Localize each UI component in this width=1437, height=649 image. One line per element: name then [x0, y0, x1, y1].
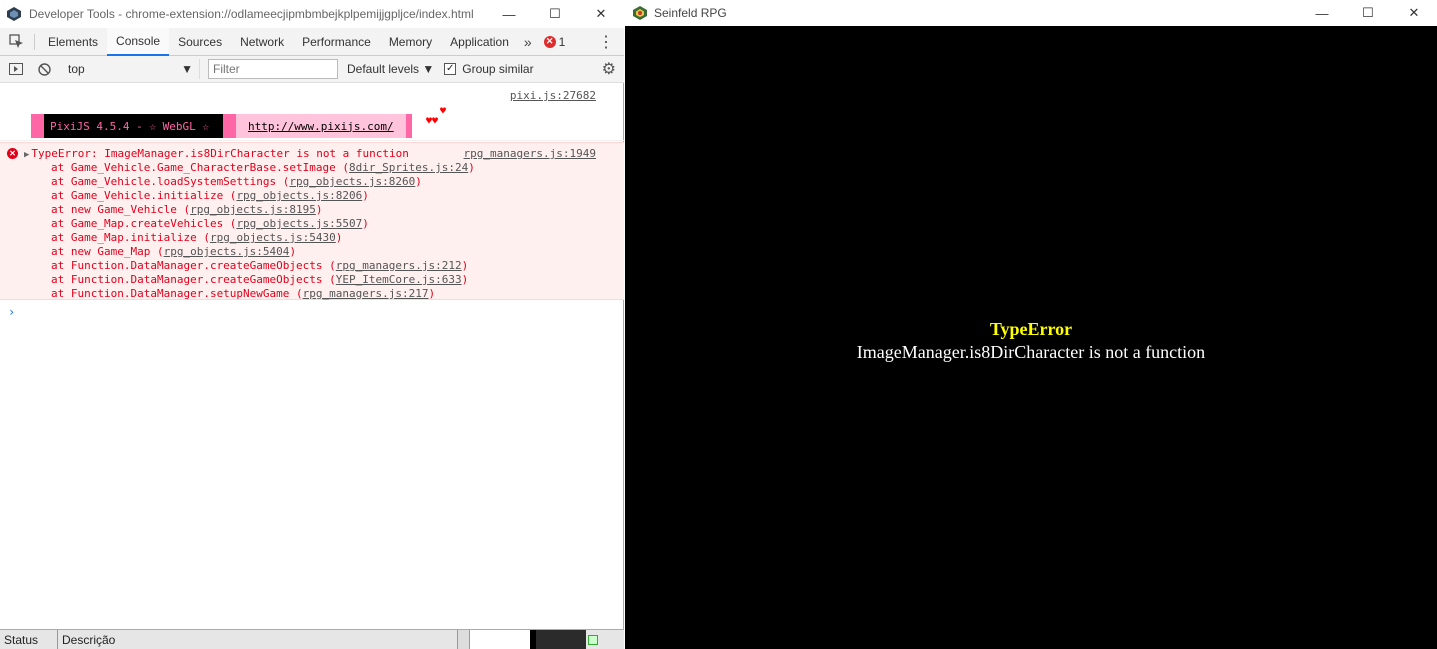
chevron-down-icon: ▼	[181, 62, 193, 76]
game-error-name: TypeError	[989, 319, 1073, 339]
stack-frame: at Function.DataManager.createGameObject…	[51, 273, 469, 286]
tab-application[interactable]: Application	[441, 28, 518, 56]
filter-input[interactable]	[208, 59, 338, 79]
heart-icon: ♥♥	[426, 116, 439, 127]
stack-frame-link[interactable]: YEP_ItemCore.js:633	[336, 273, 462, 286]
stack-frame-link[interactable]: rpg_objects.js:8206	[236, 189, 362, 202]
context-value: top	[68, 62, 85, 76]
tab-sources[interactable]: Sources	[169, 28, 231, 56]
stack-frame-link[interactable]: rpg_objects.js:8195	[190, 203, 316, 216]
group-similar-label: Group similar	[462, 62, 534, 76]
error-source-link[interactable]: rpg_managers.js:1949	[464, 147, 596, 160]
stack-frame-link[interactable]: 8dir_Sprites.js:24	[349, 161, 468, 174]
stack-frame: at new Game_Vehicle (rpg_objects.js:8195…	[51, 203, 323, 216]
clear-console-icon	[37, 62, 51, 76]
devtools-window: Developer Tools - chrome-extension://odl…	[0, 0, 624, 649]
banner-pink-block	[405, 114, 412, 138]
devtools-tabbar: Elements Console Sources Network Perform…	[0, 27, 624, 56]
devtools-window-title: Developer Tools - chrome-extension://odl…	[29, 7, 474, 21]
game-error-display: TypeError ImageManager.is8DirCharacter i…	[625, 318, 1437, 364]
game-window: Seinfeld RPG — ☐ ✕ TypeError ImageManage…	[625, 0, 1437, 649]
background-statusbar: Status Descrição	[0, 629, 624, 649]
console-toolbar: top ▼ Default levels ▼ ✓ Group similar ⚙	[0, 56, 624, 83]
tab-performance[interactable]: Performance	[293, 28, 380, 56]
error-header[interactable]: ▶ TypeError: ImageManager.is8DirCharacter…	[24, 147, 409, 160]
error-icon: ✕	[7, 148, 18, 159]
stack-frame: at Game_Vehicle.Game_CharacterBase.setIm…	[51, 161, 475, 174]
game-titlebar: Seinfeld RPG — ☐ ✕	[625, 0, 1437, 26]
error-text: TypeError: ImageManager.is8DirCharacter …	[31, 147, 409, 160]
banner-pink-block	[31, 114, 44, 138]
console-error-message: ✕ ▶ TypeError: ImageManager.is8DirCharact…	[0, 142, 624, 300]
inspect-element-button[interactable]	[0, 28, 32, 56]
pixi-banner: PixiJS 4.5.4 - ☆ WebGL ☆ http://www.pixi…	[31, 114, 412, 138]
inspect-cursor-icon	[8, 34, 23, 48]
maximize-button[interactable]: ☐	[532, 0, 578, 28]
error-icon: ✕	[543, 35, 556, 48]
more-options-icon[interactable]: ⋮	[598, 32, 614, 52]
console-log-message: pixi.js:27682 PixiJS 4.5.4 - ☆ WebGL ☆ h…	[0, 83, 624, 141]
close-button[interactable]: ✕	[1391, 0, 1437, 26]
error-counter[interactable]: ✕ 1	[543, 34, 566, 49]
game-error-message: ImageManager.is8DirCharacter is not a fu…	[856, 342, 1206, 362]
tab-console[interactable]: Console	[107, 27, 170, 56]
stack-frame-link[interactable]: rpg_objects.js:5430	[210, 231, 336, 244]
tab-elements[interactable]: Elements	[39, 28, 107, 56]
log-source-link[interactable]: pixi.js:27682	[510, 89, 596, 102]
log-levels-dropdown[interactable]: Default levels ▼	[347, 62, 434, 76]
pixi-version-text: PixiJS 4.5.4 - ☆ WebGL ☆	[44, 114, 223, 138]
maximize-button[interactable]: ☐	[1345, 0, 1391, 26]
status-indicator-icon	[588, 634, 598, 645]
status-column-header[interactable]: Status	[0, 629, 58, 649]
sidebar-toggle-icon	[9, 63, 23, 75]
stack-frame-link[interactable]: rpg_managers.js:217	[303, 287, 429, 300]
expand-triangle-icon[interactable]: ▶	[24, 150, 29, 160]
console-output: pixi.js:27682 PixiJS 4.5.4 - ☆ WebGL ☆ h…	[0, 83, 624, 629]
stack-frame: at Function.DataManager.createGameObject…	[51, 259, 469, 272]
sidebar-toggle-button[interactable]	[4, 57, 28, 81]
stack-frame-link[interactable]: rpg_objects.js:5404	[164, 245, 290, 258]
heart-icon: ♥	[440, 106, 447, 117]
tab-network[interactable]: Network	[231, 28, 293, 56]
stack-frame: at Game_Vehicle.loadSystemSettings (rpg_…	[51, 175, 422, 188]
group-similar-checkbox[interactable]: ✓	[444, 63, 457, 75]
context-selector[interactable]: top ▼	[62, 59, 200, 79]
banner-pink-block	[222, 114, 236, 138]
stack-frame-link[interactable]: rpg_objects.js:8260	[289, 175, 415, 188]
pixi-url-link[interactable]: http://www.pixijs.com/	[235, 114, 406, 138]
rpg-maker-app-icon	[633, 6, 647, 20]
error-count: 1	[558, 34, 566, 49]
stack-frame: at Game_Map.createVehicles (rpg_objects.…	[51, 217, 369, 230]
stack-frame-link[interactable]: rpg_objects.js:5507	[236, 217, 362, 230]
minimize-button[interactable]: —	[486, 0, 532, 28]
more-tabs-button[interactable]: »	[518, 34, 538, 50]
statusbar-dark-panel	[536, 629, 586, 649]
tab-separator	[34, 33, 35, 50]
statusbar-blank	[470, 629, 530, 649]
stack-frame: at Game_Map.initialize (rpg_objects.js:5…	[51, 231, 343, 244]
console-prompt[interactable]: ›	[8, 305, 15, 319]
clear-console-button[interactable]	[32, 57, 56, 81]
minimize-button[interactable]: —	[1299, 0, 1345, 26]
close-button[interactable]: ✕	[578, 0, 624, 28]
stack-frame-link[interactable]: rpg_managers.js:212	[336, 259, 462, 272]
hearts-decoration: ♥ ♥♥	[426, 107, 446, 127]
gear-icon[interactable]: ⚙	[602, 59, 616, 79]
tab-memory[interactable]: Memory	[380, 28, 441, 56]
game-window-title: Seinfeld RPG	[654, 6, 727, 20]
stack-frame: at Game_Vehicle.initialize (rpg_objects.…	[51, 189, 369, 202]
devtools-titlebar: Developer Tools - chrome-extension://odl…	[0, 0, 624, 28]
devtools-app-icon	[7, 7, 21, 21]
description-column-header[interactable]: Descrição	[58, 629, 458, 649]
statusbar-divider	[458, 629, 470, 649]
stack-frame: at new Game_Map (rpg_objects.js:5404)	[51, 245, 297, 258]
stack-frame: at Function.DataManager.setupNewGame (rp…	[51, 287, 436, 300]
stack-trace: at Game_Vehicle.Game_CharacterBase.setIm…	[51, 161, 475, 301]
